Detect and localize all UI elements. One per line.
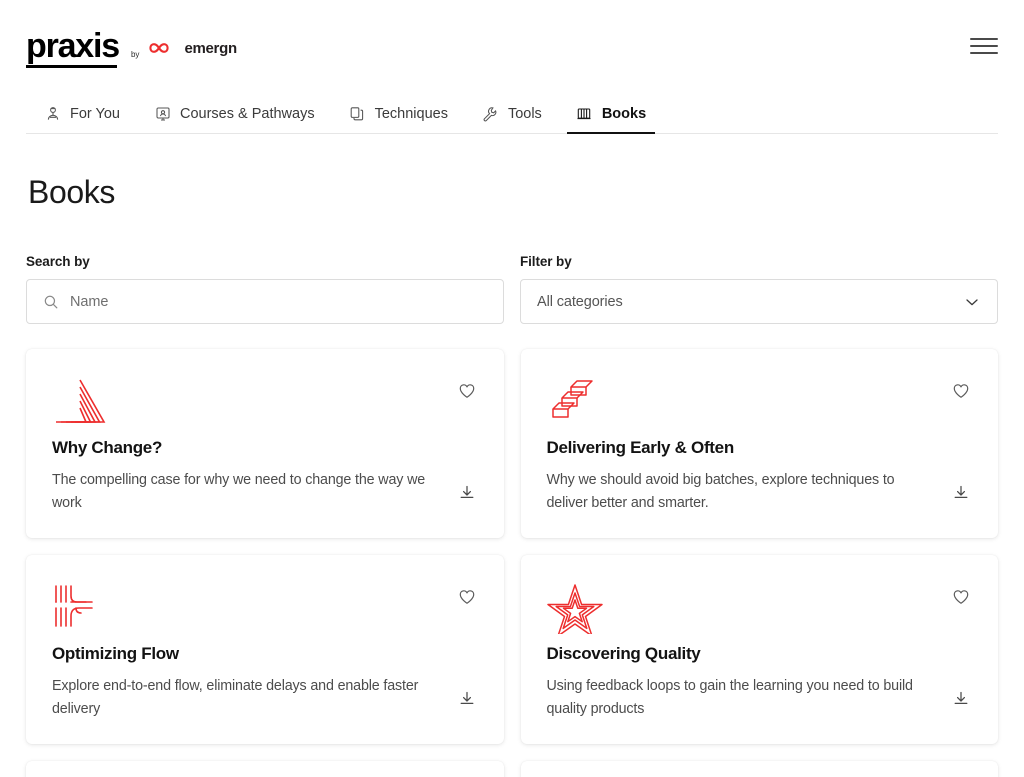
search-icon [43, 294, 59, 310]
books-page: praxis by emergn For You Courses & Pathw… [0, 0, 1024, 777]
tab-label: Techniques [374, 105, 448, 122]
books-library-icon [576, 105, 593, 122]
filter-label: Filter by [520, 254, 572, 269]
tab-label: Books [601, 105, 647, 122]
download-icon [952, 690, 970, 713]
book-card[interactable]: Why Change? The compelling case for why … [26, 349, 504, 538]
category-select[interactable]: All categories [520, 279, 998, 324]
favorite-button[interactable] [456, 588, 478, 610]
emergn-wordmark: emergn [184, 39, 237, 57]
main-content: Books Search by Name Filter by All categ… [0, 174, 1024, 777]
download-icon [458, 484, 476, 507]
tab-tools[interactable]: Tools [465, 105, 559, 133]
emergn-infinity-icon [146, 40, 172, 56]
tab-label: Courses & Pathways [180, 105, 315, 122]
book-card[interactable]: Delivering Early & Often Why we should a… [520, 349, 998, 538]
book-title: Why Change? [52, 438, 163, 457]
favorite-button[interactable] [456, 382, 478, 404]
praxis-wordmark: praxis [26, 29, 120, 68]
books-grid-next-row [26, 761, 998, 777]
primary-navigation: For You Courses & Pathways Techniques To… [26, 92, 998, 134]
search-field-group: Search by Name [26, 254, 504, 324]
tab-label: Tools [507, 105, 542, 122]
book-title: Delivering Early & Often [546, 438, 735, 457]
book-description: Using feedback loops to gain the learnin… [546, 678, 913, 718]
by-label: by [130, 49, 140, 59]
nested-star-icon [546, 582, 603, 634]
tab-courses-pathways[interactable]: Courses & Pathways [137, 105, 332, 133]
hamburger-line [970, 45, 998, 47]
heart-outline-icon [952, 382, 970, 405]
download-button[interactable] [456, 484, 478, 506]
monitor-screen-icon [154, 105, 171, 122]
page-title: Books [28, 174, 115, 210]
book-description: Explore end-to-end flow, eliminate delay… [52, 678, 419, 718]
category-selected-value: All categories [537, 293, 623, 310]
hamburger-line [970, 52, 998, 54]
tab-label: For You [70, 105, 120, 122]
site-header: praxis by emergn [0, 0, 1024, 92]
person-avatar-icon [44, 105, 61, 122]
download-icon [458, 690, 476, 713]
book-card[interactable] [520, 761, 998, 777]
flow-curves-icon [52, 582, 108, 634]
book-description: The compelling case for why we need to c… [52, 472, 426, 512]
favorite-button[interactable] [950, 588, 972, 610]
search-input[interactable]: Name [26, 279, 504, 324]
copy-documents-icon [349, 105, 366, 122]
hamburger-line [970, 38, 998, 40]
staircase-icon [547, 376, 603, 428]
wrench-icon [482, 105, 499, 122]
heart-outline-icon [458, 588, 476, 611]
book-card[interactable]: Discovering Quality Using feedback loops… [520, 555, 998, 744]
download-icon [952, 484, 970, 507]
tab-techniques[interactable]: Techniques [332, 105, 465, 133]
search-label: Search by [26, 254, 90, 269]
filters-bar: Search by Name Filter by All categories [26, 254, 998, 324]
brand-logo[interactable]: praxis by emergn [26, 25, 237, 68]
book-title: Optimizing Flow [52, 644, 179, 663]
chevron-down-icon [963, 293, 981, 311]
filter-field-group: Filter by All categories [520, 254, 998, 324]
download-button[interactable] [456, 690, 478, 712]
book-card[interactable]: Optimizing Flow Explore end-to-end flow,… [26, 555, 504, 744]
download-button[interactable] [950, 690, 972, 712]
books-grid: Why Change? The compelling case for why … [26, 349, 998, 744]
book-description: Why we should avoid big batches, explore… [546, 472, 895, 512]
download-button[interactable] [950, 484, 972, 506]
tab-books[interactable]: Books [559, 105, 663, 134]
heart-outline-icon [952, 588, 970, 611]
heart-outline-icon [458, 382, 476, 405]
book-title: Discovering Quality [546, 644, 701, 663]
favorite-button[interactable] [950, 382, 972, 404]
book-card[interactable] [26, 761, 504, 777]
striped-triangle-icon [52, 376, 108, 428]
tab-for-you[interactable]: For You [26, 105, 137, 133]
search-placeholder: Name [70, 293, 109, 310]
hamburger-icon[interactable] [970, 35, 998, 57]
